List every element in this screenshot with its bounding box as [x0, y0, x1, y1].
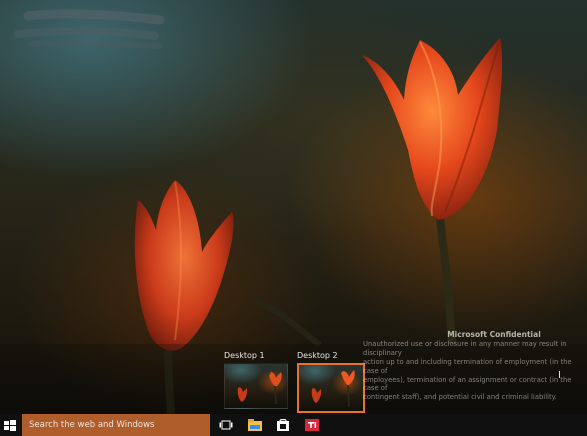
desktop-2[interactable]: Desktop 2 [297, 350, 365, 413]
store-icon [277, 419, 289, 431]
confidential-line-2: action up to and including termination o… [363, 357, 572, 375]
desktop-2-label: Desktop 2 [297, 351, 338, 360]
start-button[interactable] [0, 414, 20, 436]
confidential-line-4: contingent staff), and potential civil a… [363, 393, 557, 402]
store-button[interactable] [270, 414, 294, 436]
desktop-1[interactable]: Desktop 1 [224, 350, 288, 409]
search-box[interactable]: Search the web and Windows [22, 414, 210, 436]
task-view-button[interactable] [213, 414, 237, 436]
confidential-watermark: Microsoft Confidential Unauthorized use … [363, 330, 585, 402]
confidential-line-1: Unauthorized use or disclosure in any ma… [363, 339, 567, 357]
file-explorer-button[interactable] [242, 414, 266, 436]
desktop-1-thumbnail[interactable] [224, 363, 288, 409]
search-placeholder: Search the web and Windows [29, 420, 155, 430]
desktop-2-thumbnail[interactable] [297, 363, 365, 413]
taskbar: Search the web and Windows [0, 414, 587, 436]
desktop-2-preview-image [311, 370, 355, 408]
task-view-icon [219, 420, 233, 430]
red-app-button[interactable] [299, 414, 323, 436]
confidential-title: Microsoft Confidential [447, 330, 541, 339]
windows-logo-icon [4, 420, 16, 431]
file-explorer-icon [248, 419, 262, 431]
desktop-1-label: Desktop 1 [224, 351, 265, 360]
confidential-line-3: employees), termination of an assignment… [363, 375, 572, 393]
desktop-1-preview-image [237, 372, 282, 405]
mouse-cursor [559, 371, 560, 378]
app-red-icon [305, 419, 319, 431]
desktop-screen: Desktop 1 Desktop 2 Microsoft Confidenti… [0, 0, 587, 436]
